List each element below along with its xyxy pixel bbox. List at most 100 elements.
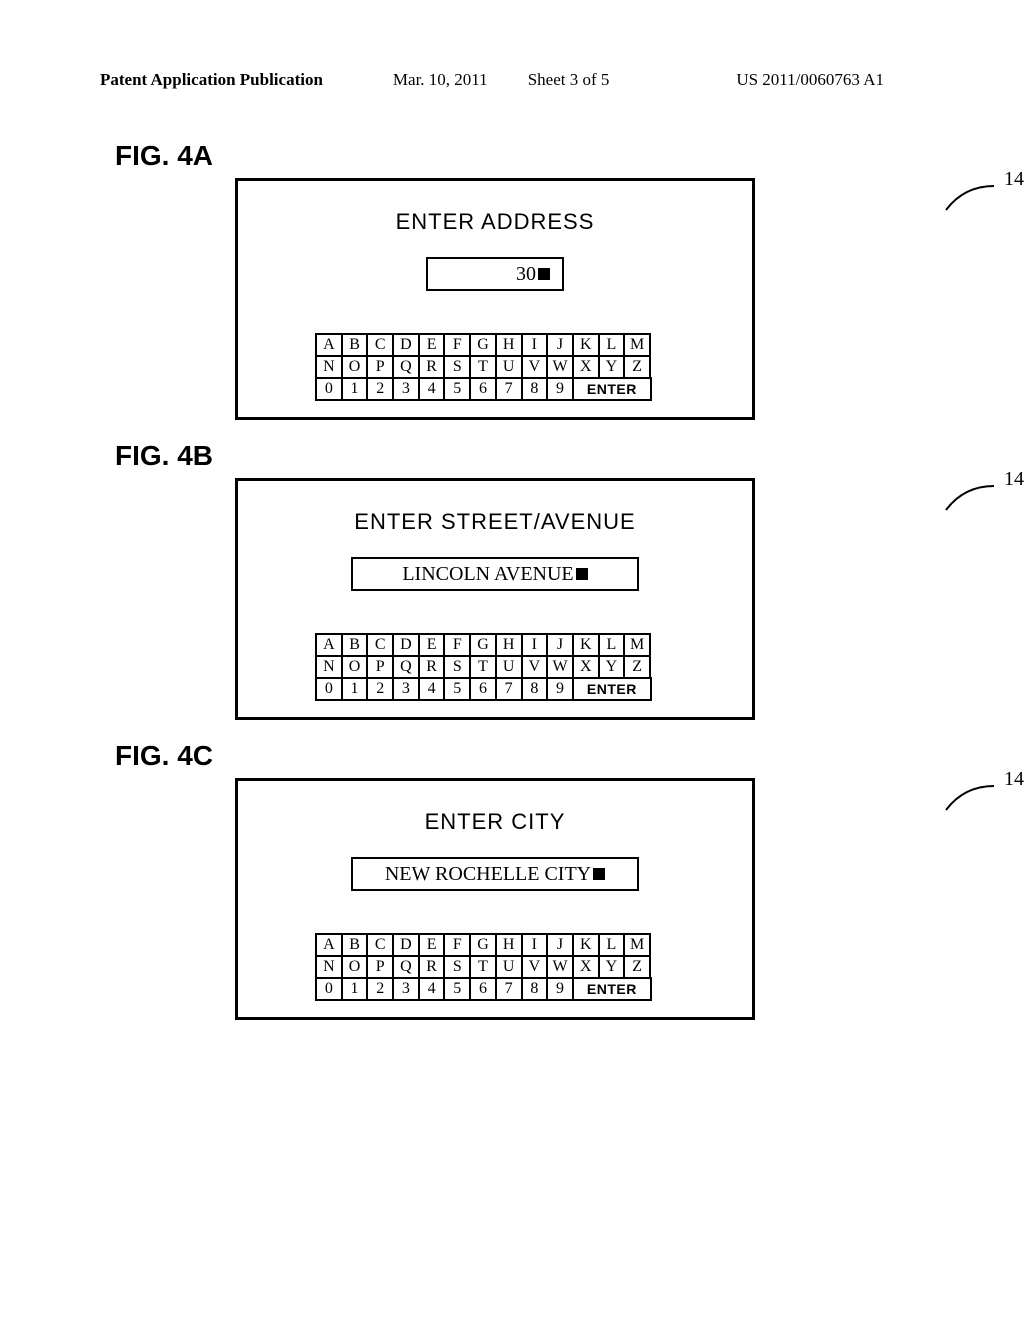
key-h[interactable]: H bbox=[495, 633, 523, 657]
key-d[interactable]: D bbox=[392, 333, 420, 357]
key-o[interactable]: O bbox=[341, 655, 369, 679]
key-v[interactable]: V bbox=[521, 955, 549, 979]
key-s[interactable]: S bbox=[443, 955, 471, 979]
key-t[interactable]: T bbox=[469, 955, 497, 979]
key-s[interactable]: S bbox=[443, 355, 471, 379]
key-w[interactable]: W bbox=[546, 355, 574, 379]
key-9[interactable]: 9 bbox=[546, 377, 574, 401]
key-d[interactable]: D bbox=[392, 933, 420, 957]
key-8[interactable]: 8 bbox=[521, 977, 549, 1001]
key-z[interactable]: Z bbox=[623, 955, 651, 979]
key-i[interactable]: I bbox=[521, 933, 549, 957]
key-y[interactable]: Y bbox=[598, 655, 626, 679]
key-c[interactable]: C bbox=[366, 333, 394, 357]
key-j[interactable]: J bbox=[546, 933, 574, 957]
key-x[interactable]: X bbox=[572, 655, 600, 679]
key-2[interactable]: 2 bbox=[366, 977, 394, 1001]
key-w[interactable]: W bbox=[546, 955, 574, 979]
key-f[interactable]: F bbox=[443, 633, 471, 657]
key-n[interactable]: N bbox=[315, 955, 343, 979]
key-r[interactable]: R bbox=[418, 355, 446, 379]
key-k[interactable]: K bbox=[572, 633, 600, 657]
key-n[interactable]: N bbox=[315, 655, 343, 679]
key-3[interactable]: 3 bbox=[392, 677, 420, 701]
key-e[interactable]: E bbox=[418, 933, 446, 957]
key-n[interactable]: N bbox=[315, 355, 343, 379]
text-input[interactable]: NEW ROCHELLE CITY bbox=[351, 857, 639, 891]
key-k[interactable]: K bbox=[572, 333, 600, 357]
key-7[interactable]: 7 bbox=[495, 977, 523, 1001]
key-t[interactable]: T bbox=[469, 355, 497, 379]
key-l[interactable]: L bbox=[598, 633, 626, 657]
key-1[interactable]: 1 bbox=[341, 677, 369, 701]
key-v[interactable]: V bbox=[521, 355, 549, 379]
key-b[interactable]: B bbox=[341, 333, 369, 357]
key-p[interactable]: P bbox=[366, 955, 394, 979]
key-4[interactable]: 4 bbox=[418, 977, 446, 1001]
key-a[interactable]: A bbox=[315, 933, 343, 957]
key-k[interactable]: K bbox=[572, 933, 600, 957]
key-5[interactable]: 5 bbox=[443, 377, 471, 401]
key-6[interactable]: 6 bbox=[469, 677, 497, 701]
key-8[interactable]: 8 bbox=[521, 377, 549, 401]
key-d[interactable]: D bbox=[392, 633, 420, 657]
key-1[interactable]: 1 bbox=[341, 377, 369, 401]
key-2[interactable]: 2 bbox=[366, 377, 394, 401]
key-o[interactable]: O bbox=[341, 355, 369, 379]
key-9[interactable]: 9 bbox=[546, 977, 574, 1001]
key-enter[interactable]: ENTER bbox=[572, 977, 652, 1001]
key-x[interactable]: X bbox=[572, 955, 600, 979]
key-c[interactable]: C bbox=[366, 933, 394, 957]
key-3[interactable]: 3 bbox=[392, 977, 420, 1001]
key-j[interactable]: J bbox=[546, 333, 574, 357]
key-w[interactable]: W bbox=[546, 655, 574, 679]
key-y[interactable]: Y bbox=[598, 355, 626, 379]
key-r[interactable]: R bbox=[418, 655, 446, 679]
text-input[interactable]: 30 bbox=[426, 257, 564, 291]
key-u[interactable]: U bbox=[495, 655, 523, 679]
key-3[interactable]: 3 bbox=[392, 377, 420, 401]
key-p[interactable]: P bbox=[366, 355, 394, 379]
key-enter[interactable]: ENTER bbox=[572, 377, 652, 401]
key-v[interactable]: V bbox=[521, 655, 549, 679]
key-c[interactable]: C bbox=[366, 633, 394, 657]
key-u[interactable]: U bbox=[495, 955, 523, 979]
key-7[interactable]: 7 bbox=[495, 677, 523, 701]
key-g[interactable]: G bbox=[469, 633, 497, 657]
key-8[interactable]: 8 bbox=[521, 677, 549, 701]
key-5[interactable]: 5 bbox=[443, 677, 471, 701]
key-a[interactable]: A bbox=[315, 333, 343, 357]
key-e[interactable]: E bbox=[418, 633, 446, 657]
key-q[interactable]: Q bbox=[392, 355, 420, 379]
key-e[interactable]: E bbox=[418, 333, 446, 357]
key-o[interactable]: O bbox=[341, 955, 369, 979]
key-h[interactable]: H bbox=[495, 933, 523, 957]
key-q[interactable]: Q bbox=[392, 655, 420, 679]
key-r[interactable]: R bbox=[418, 955, 446, 979]
key-t[interactable]: T bbox=[469, 655, 497, 679]
key-z[interactable]: Z bbox=[623, 655, 651, 679]
key-9[interactable]: 9 bbox=[546, 677, 574, 701]
key-i[interactable]: I bbox=[521, 333, 549, 357]
key-7[interactable]: 7 bbox=[495, 377, 523, 401]
key-enter[interactable]: ENTER bbox=[572, 677, 652, 701]
key-l[interactable]: L bbox=[598, 333, 626, 357]
key-4[interactable]: 4 bbox=[418, 677, 446, 701]
key-g[interactable]: G bbox=[469, 333, 497, 357]
key-l[interactable]: L bbox=[598, 933, 626, 957]
key-m[interactable]: M bbox=[623, 933, 651, 957]
key-x[interactable]: X bbox=[572, 355, 600, 379]
key-j[interactable]: J bbox=[546, 633, 574, 657]
key-5[interactable]: 5 bbox=[443, 977, 471, 1001]
key-1[interactable]: 1 bbox=[341, 977, 369, 1001]
key-f[interactable]: F bbox=[443, 933, 471, 957]
key-s[interactable]: S bbox=[443, 655, 471, 679]
key-a[interactable]: A bbox=[315, 633, 343, 657]
key-b[interactable]: B bbox=[341, 633, 369, 657]
key-z[interactable]: Z bbox=[623, 355, 651, 379]
key-u[interactable]: U bbox=[495, 355, 523, 379]
key-g[interactable]: G bbox=[469, 933, 497, 957]
key-6[interactable]: 6 bbox=[469, 377, 497, 401]
key-0[interactable]: 0 bbox=[315, 377, 343, 401]
key-y[interactable]: Y bbox=[598, 955, 626, 979]
